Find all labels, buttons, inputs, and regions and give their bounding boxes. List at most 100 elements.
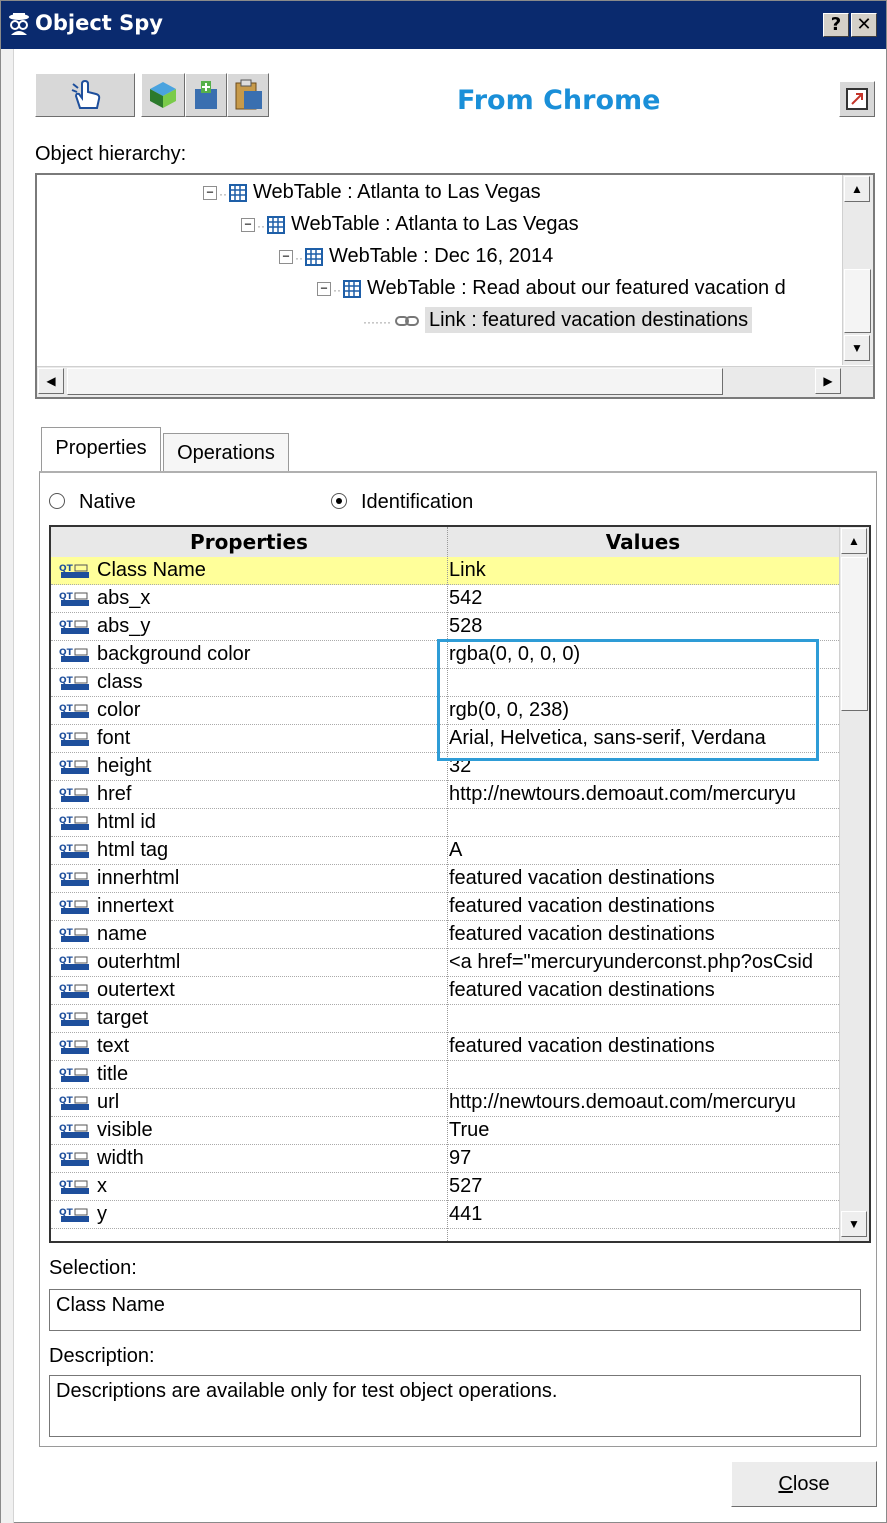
property-value[interactable]: 527 (449, 1173, 837, 1201)
property-name-cell[interactable]: QT target (59, 1005, 447, 1033)
title-bar[interactable]: Object Spy ? ✕ (1, 1, 886, 49)
property-name-cell[interactable]: QT innertext (59, 893, 447, 921)
help-button[interactable]: ? (823, 13, 849, 37)
property-value[interactable] (449, 1005, 837, 1033)
tree-scroll-down-button[interactable]: ▼ (844, 335, 870, 361)
tree-node-label-webtable[interactable]: WebTable : Atlanta to Las Vegas (291, 213, 579, 235)
object-hierarchy-tree[interactable]: − ·· WebTable : Atlanta to Las Vegas − ·· Web… (35, 173, 875, 399)
window-close-button[interactable]: ✕ (851, 13, 877, 37)
grid-vertical-thumb[interactable] (841, 557, 868, 711)
property-name-cell[interactable]: QT background color (59, 641, 447, 669)
property-row[interactable]: QT x 527 (51, 1173, 839, 1201)
native-radio-label[interactable]: Native (79, 491, 136, 514)
properties-grid[interactable]: Properties Values QT Class Name Link QT abs_… (49, 525, 871, 1243)
selection-field[interactable]: Class Name (49, 1289, 861, 1331)
tree-horizontal-thumb[interactable] (67, 368, 723, 395)
tree-node-label-link[interactable]: Link : featured vacation destinations (424, 307, 753, 333)
identification-radio-label[interactable]: Identification (361, 491, 473, 514)
property-value[interactable]: featured vacation destinations (449, 1033, 837, 1061)
tree-expander-icon[interactable]: − (241, 217, 255, 232)
property-value[interactable]: featured vacation destinations (449, 977, 837, 1005)
tree-node[interactable]: − ·· WebTable : Dec 16, 2014 (279, 241, 553, 271)
property-value[interactable]: 528 (449, 613, 837, 641)
property-row[interactable]: QT innertext featured vacation destination… (51, 893, 839, 921)
property-name-cell[interactable]: QT url (59, 1089, 447, 1117)
property-value[interactable]: featured vacation destinations (449, 865, 837, 893)
property-row[interactable]: QT target (51, 1005, 839, 1033)
property-value[interactable]: 441 (449, 1201, 837, 1229)
property-name-cell[interactable]: QT name (59, 921, 447, 949)
property-value[interactable]: True (449, 1117, 837, 1145)
property-row[interactable]: QT html id (51, 809, 839, 837)
property-row[interactable]: QT href http://newtours.demoaut.com/mercur… (51, 781, 839, 809)
tree-node-label-webtable[interactable]: WebTable : Atlanta to Las Vegas (253, 181, 541, 203)
property-name-cell[interactable]: QT x (59, 1173, 447, 1201)
property-row[interactable]: QT Class Name Link (51, 557, 839, 585)
property-value[interactable]: http://newtours.demoaut.com/mercuryu (449, 1089, 837, 1117)
property-row[interactable]: QT outerhtml <a href="mercuryunderconst.ph… (51, 949, 839, 977)
property-row[interactable]: QT visible True (51, 1117, 839, 1145)
tree-node[interactable]: − ·· WebTable : Atlanta to Las Vegas (241, 209, 579, 239)
property-name-cell[interactable]: QT href (59, 781, 447, 809)
grid-scroll-down-button[interactable]: ▼ (841, 1211, 867, 1237)
tree-node[interactable]: − ·· WebTable : Read about our featured va… (317, 273, 786, 303)
grid-scroll-up-button[interactable]: ▲ (841, 528, 867, 554)
property-name-cell[interactable]: QT visible (59, 1117, 447, 1145)
column-header-properties[interactable]: Properties (51, 527, 448, 557)
property-value[interactable] (449, 809, 837, 837)
property-value[interactable]: Link (449, 557, 837, 585)
highlight-object-button[interactable] (141, 73, 185, 117)
property-row[interactable]: QT abs_y 528 (51, 613, 839, 641)
tab-operations[interactable]: Operations (163, 433, 289, 471)
property-row[interactable]: QT innerhtml featured vacation destination… (51, 865, 839, 893)
property-value[interactable]: http://newtours.demoaut.com/mercuryu (449, 781, 837, 809)
tree-scroll-left-button[interactable]: ◀ (38, 368, 64, 394)
property-row[interactable]: QT title (51, 1061, 839, 1089)
property-name-cell[interactable]: QT outerhtml (59, 949, 447, 977)
property-name-cell[interactable]: QT innerhtml (59, 865, 447, 893)
tree-scroll-right-button[interactable]: ▶ (815, 368, 841, 394)
property-value[interactable]: featured vacation destinations (449, 921, 837, 949)
identification-radio[interactable] (331, 493, 347, 509)
property-value[interactable]: featured vacation destinations (449, 893, 837, 921)
property-value[interactable]: <a href="mercuryunderconst.php?osCsid (449, 949, 837, 977)
property-name-cell[interactable]: QT width (59, 1145, 447, 1173)
tree-node-label-webtable[interactable]: WebTable : Read about our featured vacat… (367, 277, 786, 299)
property-row[interactable]: QT width 97 (51, 1145, 839, 1173)
grid-vertical-scrollbar[interactable]: ▲ ▼ (839, 527, 869, 1241)
tree-node-label-webtable[interactable]: WebTable : Dec 16, 2014 (329, 245, 553, 267)
tree-node[interactable]: ······· Link : featured vacation destinat… (363, 305, 753, 335)
property-name-cell[interactable]: QT y (59, 1201, 447, 1229)
property-row[interactable]: QT text featured vacation destinations (51, 1033, 839, 1061)
property-value[interactable]: 97 (449, 1145, 837, 1173)
property-name-cell[interactable]: QT text (59, 1033, 447, 1061)
tree-vertical-scrollbar[interactable]: ▲ ▼ (842, 175, 873, 365)
property-name-cell[interactable]: QT outertext (59, 977, 447, 1005)
native-radio[interactable] (49, 493, 65, 509)
property-name-cell[interactable]: QT font (59, 725, 447, 753)
property-row[interactable]: QT outertext featured vacation destination… (51, 977, 839, 1005)
property-name-cell[interactable]: QT html id (59, 809, 447, 837)
tree-expander-icon[interactable]: − (279, 249, 293, 264)
property-value[interactable]: A (449, 837, 837, 865)
property-value[interactable] (449, 1061, 837, 1089)
tab-properties[interactable]: Properties (41, 427, 161, 471)
property-name-cell[interactable]: QT abs_x (59, 585, 447, 613)
property-row[interactable]: QT abs_x 542 (51, 585, 839, 613)
property-name-cell[interactable]: QT title (59, 1061, 447, 1089)
property-name-cell[interactable]: QT color (59, 697, 447, 725)
tree-node[interactable]: − ·· WebTable : Atlanta to Las Vegas (203, 177, 541, 207)
property-row[interactable]: QT y 441 (51, 1201, 839, 1229)
tree-scroll-up-button[interactable]: ▲ (844, 176, 870, 202)
copy-object-button[interactable] (227, 73, 269, 117)
property-name-cell[interactable]: QT class (59, 669, 447, 697)
tree-horizontal-scrollbar[interactable]: ◀ ▶ (37, 366, 873, 397)
tree-vertical-thumb[interactable] (844, 269, 871, 333)
property-value[interactable]: 542 (449, 585, 837, 613)
add-object-button[interactable] (185, 73, 227, 117)
property-row[interactable]: QT html tag A (51, 837, 839, 865)
tree-expander-icon[interactable]: − (203, 185, 217, 200)
property-name-cell[interactable]: QT height (59, 753, 447, 781)
description-field[interactable]: Descriptions are available only for test… (49, 1375, 861, 1437)
pointing-hand-button[interactable] (35, 73, 135, 117)
